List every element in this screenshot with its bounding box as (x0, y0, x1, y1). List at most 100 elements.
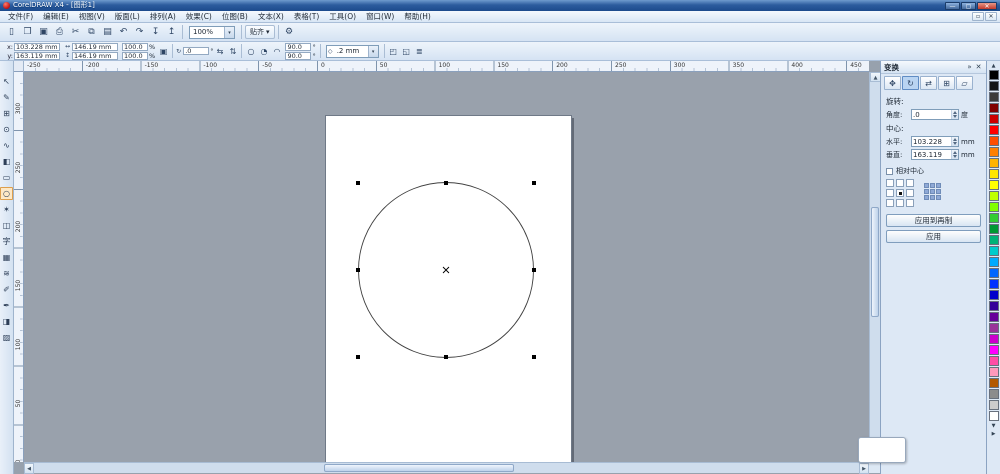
color-swatch[interactable] (988, 158, 999, 168)
vertical-ruler[interactable]: 300 250 200 150 100 50 0 (14, 72, 24, 462)
color-swatch[interactable] (988, 323, 999, 333)
menu-item-table[interactable]: 表格(T) (289, 11, 324, 23)
apply-to-duplicate-button[interactable]: 应用到再制 (886, 214, 981, 227)
color-swatch[interactable] (988, 81, 999, 91)
color-swatch[interactable] (988, 180, 999, 190)
new-icon[interactable]: ▯ (4, 25, 19, 40)
freehand-tool-icon[interactable]: ∿ (0, 139, 13, 152)
anchor-checkbox[interactable] (886, 199, 894, 207)
selection-handle[interactable] (444, 355, 448, 359)
anchor-checkbox[interactable] (906, 179, 914, 187)
spinner-arrows-icon[interactable] (951, 110, 958, 119)
palette-scroll-down-icon[interactable]: ▼ (988, 422, 999, 430)
selection-handle[interactable] (356, 181, 360, 185)
menu-item-view[interactable]: 视图(V) (74, 11, 110, 23)
transform-tab-position[interactable]: ✥ (884, 76, 901, 90)
selection-handle[interactable] (444, 181, 448, 185)
close-button[interactable]: ✕ (977, 1, 997, 10)
scroll-left-icon[interactable]: ◀ (24, 463, 34, 474)
color-swatch[interactable] (988, 213, 999, 223)
undo-icon[interactable]: ↶ (116, 25, 131, 40)
blend-tool-icon[interactable]: ≋ (0, 267, 13, 280)
object-width-field[interactable]: 146.19 mm (72, 42, 118, 51)
menu-item-window[interactable]: 窗口(W) (361, 11, 399, 23)
scale-x-field[interactable]: 100.0 (122, 42, 148, 51)
import-icon[interactable]: ↧ (148, 25, 163, 40)
polygon-tool-icon[interactable]: ✶ (0, 203, 13, 216)
print-icon[interactable]: ⎙ (52, 25, 67, 40)
rectangle-tool-icon[interactable]: ▭ (0, 171, 13, 184)
palette-scroll-up-icon[interactable]: ▲ (988, 62, 999, 70)
anchor-checkbox[interactable] (886, 189, 894, 197)
pick-tool-icon[interactable]: ↖ (0, 75, 13, 88)
menu-item-help[interactable]: 帮助(H) (399, 11, 436, 23)
rotation-angle-field[interactable]: .0 (183, 47, 210, 55)
color-swatch[interactable] (988, 356, 999, 366)
color-swatch[interactable] (988, 334, 999, 344)
color-swatch[interactable] (988, 367, 999, 377)
color-swatch[interactable] (988, 136, 999, 146)
center-vertical-input[interactable]: 163.119 (911, 149, 959, 160)
color-swatch[interactable] (988, 378, 999, 388)
y-position-field[interactable]: 163.119 mm (14, 51, 60, 60)
palette-flyout-icon[interactable]: ▶ (988, 430, 999, 438)
vertical-scrollbar[interactable]: ▲ ▼ (869, 72, 881, 462)
anchor-checkbox[interactable] (906, 189, 914, 197)
shape-tool-icon[interactable]: ✎ (0, 91, 13, 104)
color-swatch[interactable] (988, 312, 999, 322)
chevron-down-icon[interactable]: ▾ (367, 45, 378, 57)
maximize-button[interactable]: ▢ (961, 1, 976, 10)
fill-tool-icon[interactable]: ◨ (0, 315, 13, 328)
spinner-arrows-icon[interactable] (951, 137, 958, 146)
document-restore-button[interactable]: ▫ (972, 12, 984, 21)
color-swatch[interactable] (988, 147, 999, 157)
zoom-tool-icon[interactable]: ⊙ (0, 123, 13, 136)
transform-tab-scale-mirror[interactable]: ⇄ (920, 76, 937, 90)
docker-close-icon[interactable]: ✕ (974, 63, 983, 71)
anchor-checkbox[interactable] (906, 199, 914, 207)
apply-button[interactable]: 应用 (886, 230, 981, 243)
horizontal-ruler[interactable]: -250 -200 -150 -100 -50 0 50 100 150 200 250 300 350… (24, 61, 869, 72)
selection-handle[interactable] (356, 268, 360, 272)
color-swatch[interactable] (988, 114, 999, 124)
anchor-checkbox[interactable] (896, 179, 904, 187)
basic-shapes-tool-icon[interactable]: ◫ (0, 219, 13, 232)
color-swatch[interactable] (988, 290, 999, 300)
zoom-level-combobox[interactable]: 100% ▾ (189, 25, 235, 39)
snap-to-dropdown[interactable]: 贴齐 ▾ (245, 25, 275, 39)
color-swatch[interactable] (988, 202, 999, 212)
scale-y-field[interactable]: 100.0 (122, 51, 148, 60)
angle-input[interactable]: .0 (911, 109, 959, 120)
to-back-icon[interactable]: ◱ (400, 45, 413, 58)
center-horizontal-input[interactable]: 103.228 (911, 136, 959, 147)
options-gear-icon[interactable]: ⚙ (282, 25, 297, 40)
anchor-checkbox[interactable] (896, 199, 904, 207)
mirror-horizontal-icon[interactable]: ⇆ (213, 45, 226, 58)
docker-expand-icon[interactable]: » (965, 63, 974, 71)
arc-end-field[interactable]: 90.0 (285, 51, 312, 60)
paste-icon[interactable]: ▤ (100, 25, 115, 40)
color-swatch[interactable] (988, 235, 999, 245)
scroll-right-icon[interactable]: ▶ (859, 463, 869, 474)
vertical-scroll-thumb[interactable] (871, 207, 879, 317)
color-swatch[interactable] (988, 103, 999, 113)
color-swatch[interactable] (988, 257, 999, 267)
copy-icon[interactable]: ⧉ (84, 25, 99, 40)
eyedropper-tool-icon[interactable]: ✐ (0, 283, 13, 296)
wrap-text-icon[interactable]: ≣ (413, 45, 426, 58)
selection-handle[interactable] (532, 181, 536, 185)
document-close-button[interactable]: ✕ (985, 12, 997, 21)
mirror-vertical-icon[interactable]: ⇅ (226, 45, 239, 58)
color-swatch[interactable] (988, 345, 999, 355)
color-swatch[interactable] (988, 70, 999, 80)
x-position-field[interactable]: 103.228 mm (14, 42, 60, 51)
object-height-field[interactable]: 146.19 mm (72, 51, 118, 60)
color-swatch[interactable] (988, 191, 999, 201)
table-tool-icon[interactable]: ▦ (0, 251, 13, 264)
transform-tab-rotate[interactable]: ↻ (902, 76, 919, 90)
to-front-icon[interactable]: ◰ (387, 45, 400, 58)
menu-item-layout[interactable]: 版面(L) (110, 11, 145, 23)
relative-center-checkbox[interactable] (886, 167, 893, 175)
menu-item-file[interactable]: 文件(F) (3, 11, 38, 23)
arc-mode-icon[interactable]: ◠ (270, 45, 283, 58)
